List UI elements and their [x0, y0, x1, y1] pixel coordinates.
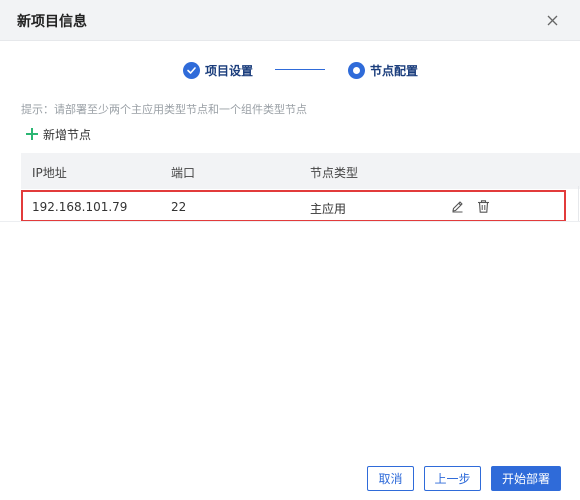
prev-step-button[interactable]: 上一步 [424, 466, 481, 491]
add-node-button[interactable]: 新增节点 [26, 125, 91, 143]
close-icon[interactable] [544, 12, 561, 29]
stepper: 项目设置 节点配置 [0, 58, 580, 82]
step-project-settings[interactable]: 项目设置 [183, 58, 253, 82]
cell-port: 22 [171, 200, 187, 214]
step-label: 项目设置 [205, 63, 254, 78]
trash-icon[interactable] [476, 199, 491, 214]
cell-ip: 192.168.101.79 [32, 200, 128, 214]
step-label: 节点配置 [370, 63, 419, 78]
column-header-port: 端口 [171, 166, 196, 180]
row-divider [0, 221, 580, 222]
step-node-config[interactable]: 节点配置 [348, 58, 418, 82]
plus-icon [26, 128, 38, 140]
cell-type: 主应用 [310, 202, 347, 216]
check-circle-icon [183, 61, 200, 79]
table-row[interactable]: 192.168.101.79 22 主应用 [21, 190, 566, 222]
table-edge [578, 186, 579, 222]
column-header-ip: IP地址 [32, 166, 67, 180]
hint-text: 提示：请部署至少两个主应用类型节点和一个组件类型节点 [21, 103, 307, 116]
dialog-header: 新项目信息 [0, 0, 580, 41]
add-node-label: 新增节点 [43, 127, 92, 142]
start-deploy-button[interactable]: 开始部署 [491, 466, 561, 491]
radio-dot-icon [348, 61, 365, 79]
table-header: IP地址 端口 节点类型 [21, 153, 580, 189]
new-project-dialog: 新项目信息 项目设置 节点配置 提示：请部署至少两个主应用类型节点和一个组件类型… [0, 0, 580, 500]
dialog-title: 新项目信息 [17, 14, 87, 30]
edit-icon[interactable] [450, 199, 465, 214]
cancel-button[interactable]: 取消 [367, 466, 414, 491]
step-connector [275, 69, 325, 70]
column-header-type: 节点类型 [310, 166, 359, 180]
node-table: IP地址 端口 节点类型 192.168.101.79 22 主应用 [21, 153, 580, 222]
